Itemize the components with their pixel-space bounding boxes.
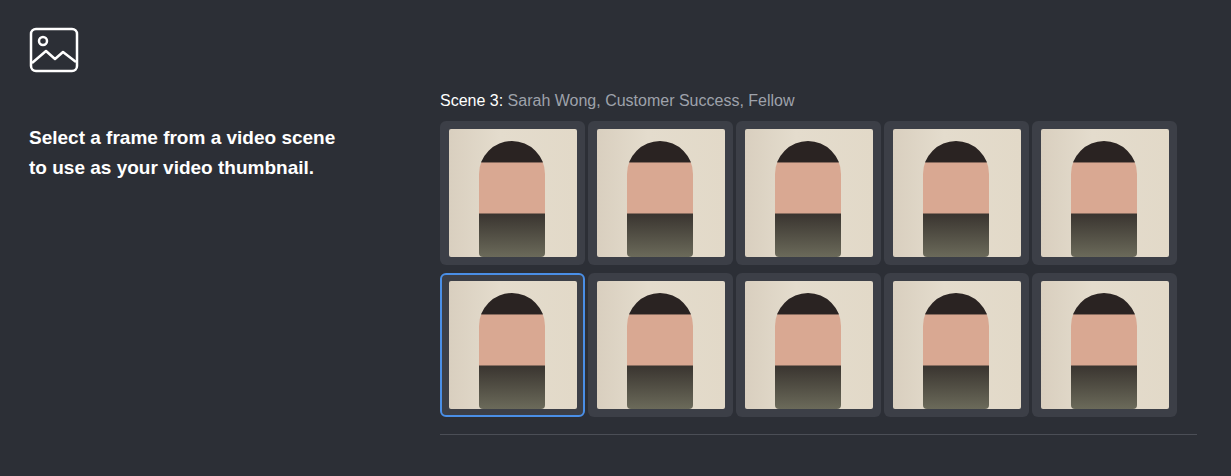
video-frame xyxy=(597,281,725,409)
video-frame xyxy=(1041,129,1169,257)
frame-grid xyxy=(440,121,1197,417)
frame-card[interactable] xyxy=(736,121,881,265)
frame-card[interactable] xyxy=(884,273,1029,417)
frame-card[interactable] xyxy=(1032,273,1177,417)
heading: Select a frame from a video sceneto use … xyxy=(29,123,440,183)
scene-label: Scene 3: Sarah Wong, Customer Success, F… xyxy=(440,91,1197,111)
video-frame xyxy=(597,129,725,257)
heading-line: to use as your video thumbnail. xyxy=(29,153,440,183)
video-frame xyxy=(745,129,873,257)
intro-panel: Select a frame from a video sceneto use … xyxy=(29,27,440,435)
frame-card[interactable] xyxy=(884,121,1029,265)
video-frame xyxy=(893,281,1021,409)
video-frame xyxy=(449,281,577,409)
divider xyxy=(440,434,1197,435)
frame-card[interactable] xyxy=(736,273,881,417)
frame-card[interactable] xyxy=(588,121,733,265)
frame-card[interactable] xyxy=(1032,121,1177,265)
video-frame xyxy=(893,129,1021,257)
frame-card[interactable] xyxy=(440,121,585,265)
scene-panel: Scene 3: Sarah Wong, Customer Success, F… xyxy=(440,27,1197,435)
image-icon xyxy=(29,27,79,73)
frame-card[interactable] xyxy=(588,273,733,417)
video-frame xyxy=(1041,281,1169,409)
video-frame xyxy=(449,129,577,257)
video-frame xyxy=(745,281,873,409)
frame-card[interactable] xyxy=(440,273,585,417)
heading-line: Select a frame from a video scene xyxy=(29,123,440,153)
